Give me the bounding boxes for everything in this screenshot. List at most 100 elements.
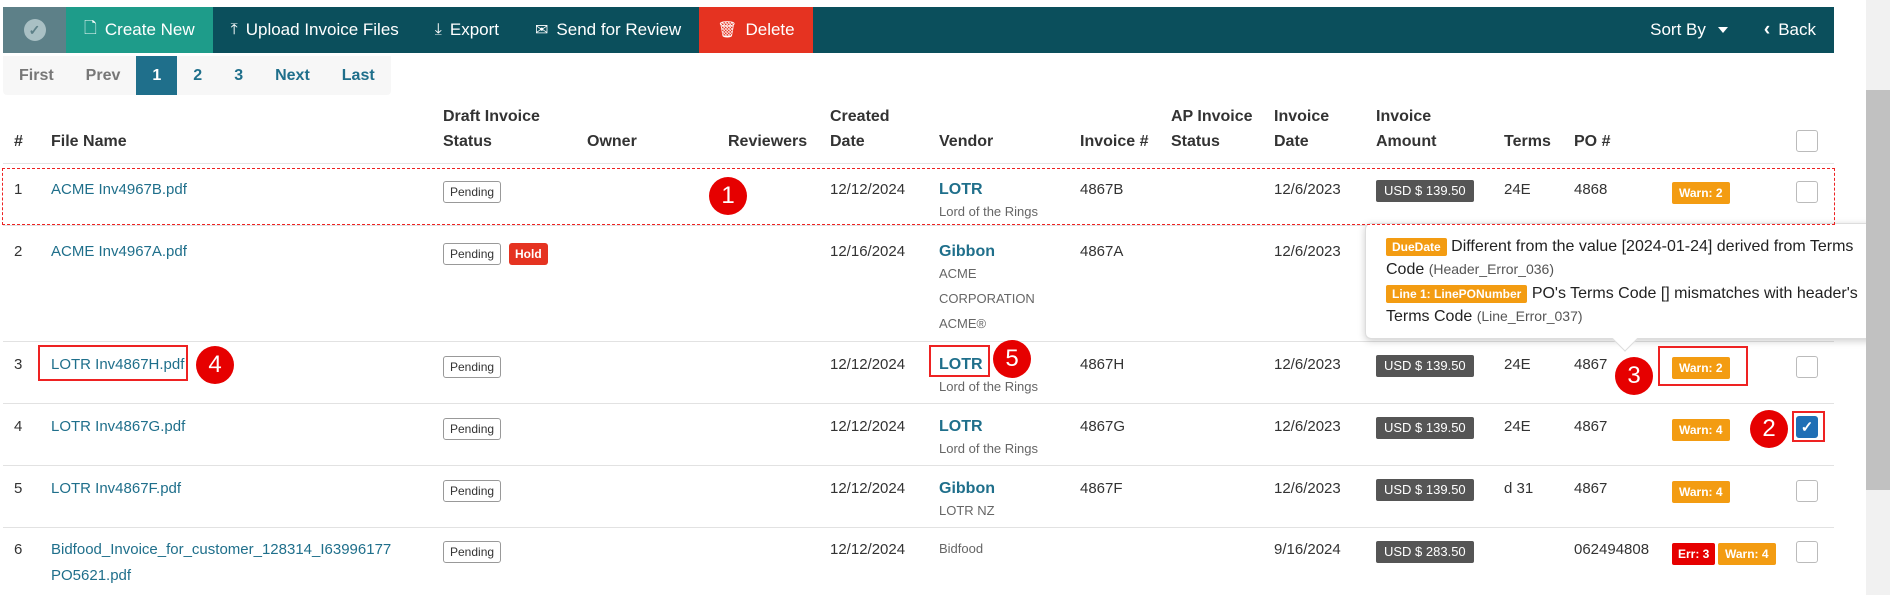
annotation-marker-3: 3	[1615, 357, 1653, 395]
col-invoice-date-1[interactable]: Invoice	[1274, 104, 1329, 129]
po-number: 4867	[1574, 480, 1608, 497]
back-button[interactable]: ‹ Back	[1746, 7, 1834, 53]
tooltip-line-2: Line 1: LinePONumber PO's Terms Code [] …	[1386, 283, 1861, 328]
tooltip-tag-duedate: DueDate	[1386, 238, 1447, 256]
page-next[interactable]: Next	[259, 56, 326, 95]
status-badge: Pending	[443, 541, 502, 563]
page-1[interactable]: 1	[136, 56, 178, 95]
error-badge[interactable]: Err: 3	[1672, 543, 1716, 565]
toolbar: ✓ 🗋 Create New ⤒ Upload Invoice Files ⤓ …	[3, 7, 1834, 53]
sort-by-label: Sort By	[1650, 20, 1706, 39]
invoice-number: 4867G	[1080, 418, 1126, 435]
row-number: 5	[14, 480, 23, 497]
po-number: 062494808	[1574, 541, 1650, 558]
col-num: #	[14, 133, 23, 150]
upload-invoice-files-button[interactable]: ⤒ Upload Invoice Files	[213, 7, 417, 53]
col-created-1[interactable]: Created	[830, 104, 890, 129]
tooltip-code-1: (Header_Error_036)	[1428, 261, 1554, 277]
sort-by-dropdown[interactable]: Sort By	[1632, 7, 1746, 53]
delete-button[interactable]: 🗑 Delete	[699, 7, 813, 53]
file-name-link-line2[interactable]: PO5621.pdf	[51, 566, 131, 586]
col-draft-status-1[interactable]: Draft Invoice	[443, 104, 540, 129]
status-badge: Pending	[443, 480, 502, 502]
col-po[interactable]: PO #	[1574, 129, 1610, 154]
tooltip-code-2: (Line_Error_037)	[1476, 308, 1583, 324]
upload-icon: ⤒	[230, 21, 238, 38]
export-label: Export	[449, 20, 500, 39]
page-2[interactable]: 2	[177, 56, 218, 95]
created-date: 12/12/2024	[830, 418, 906, 435]
header-select-all-checkbox[interactable]	[1796, 130, 1818, 152]
col-amount-2[interactable]: Amount	[1376, 129, 1436, 154]
download-icon: ⤓	[434, 21, 442, 38]
created-date: 12/12/2024	[830, 356, 906, 373]
row-number: 6	[14, 541, 23, 558]
col-created-2[interactable]: Date	[830, 129, 865, 154]
annotation-marker-2: 2	[1750, 410, 1788, 448]
page-first[interactable]: First	[3, 56, 70, 95]
file-name-link[interactable]: LOTR Inv4867F.pdf	[51, 479, 181, 499]
row-divider	[3, 403, 1834, 404]
po-number: 4867	[1574, 356, 1608, 373]
send-for-review-button[interactable]: ✉ Send for Review	[517, 7, 699, 53]
vendor-subname: Lord of the Rings	[939, 379, 1039, 394]
status-badge: Pending	[443, 418, 502, 440]
col-file-name[interactable]: File Name	[51, 129, 127, 154]
status-badge: Pending	[443, 243, 502, 265]
vendor-name[interactable]: Gibbon	[939, 242, 995, 262]
file-name-link-line1[interactable]: Bidfood_Invoice_for_customer_128314_I639…	[51, 540, 391, 560]
annotation-marker-5: 5	[993, 340, 1031, 378]
terms: 24E	[1504, 356, 1531, 373]
vendor-plain: Bidfood	[939, 541, 984, 556]
col-owner[interactable]: Owner	[587, 129, 637, 154]
check-circle-icon: ✓	[23, 19, 46, 41]
trash-icon: 🗑	[717, 22, 738, 39]
row-checkbox[interactable]	[1796, 480, 1818, 502]
annotation-dashed-highlight-row1	[2, 168, 1835, 225]
created-date: 12/12/2024	[830, 541, 906, 558]
col-vendor[interactable]: Vendor	[939, 129, 993, 154]
pagination: First Prev 1 2 3 Next Last	[3, 56, 391, 95]
po-number: 4867	[1574, 418, 1608, 435]
col-amount-1[interactable]: Invoice	[1376, 104, 1431, 129]
warn-badge[interactable]: Warn: 4	[1718, 543, 1776, 565]
file-name-link[interactable]: LOTR Inv4867G.pdf	[51, 417, 185, 437]
row-checkbox[interactable]	[1796, 356, 1818, 378]
vendor-subname-line1: ACME	[939, 266, 977, 281]
invoice-number: 4867F	[1080, 480, 1123, 497]
col-terms[interactable]: Terms	[1504, 129, 1551, 154]
delete-label: Delete	[745, 20, 795, 39]
vendor-subname-line3: ACME®	[939, 316, 987, 331]
warn-badge[interactable]: Warn: 4	[1672, 419, 1730, 441]
envelope-icon: ✉	[535, 22, 549, 39]
col-reviewers[interactable]: Reviewers	[728, 129, 807, 154]
page-prev[interactable]: Prev	[70, 56, 137, 95]
vendor-name[interactable]: LOTR	[939, 417, 983, 437]
tooltip-line-1: DueDate Different from the value [2024-0…	[1386, 236, 1861, 281]
page-last[interactable]: Last	[326, 56, 391, 95]
vendor-name[interactable]: Gibbon	[939, 479, 995, 499]
amount-badge: USD $ 139.50	[1376, 417, 1474, 439]
row-checkbox[interactable]	[1796, 541, 1818, 563]
page-3[interactable]: 3	[218, 56, 259, 95]
row-number: 2	[14, 243, 23, 260]
annotation-box-file-name	[38, 345, 188, 381]
amount-badge: USD $ 283.50	[1376, 541, 1474, 563]
annotation-box-warn	[1658, 346, 1748, 386]
vendor-subname: LOTR NZ	[939, 503, 995, 518]
terms: 24E	[1504, 418, 1531, 435]
warn-badge[interactable]: Warn: 4	[1672, 481, 1730, 503]
validation-tooltip: DueDate Different from the value [2024-0…	[1365, 223, 1882, 352]
export-button[interactable]: ⤓ Export	[417, 7, 517, 53]
caret-down-icon	[1717, 27, 1728, 33]
col-invoice-no[interactable]: Invoice #	[1080, 129, 1148, 154]
col-ap-status-1[interactable]: AP Invoice	[1171, 104, 1253, 129]
col-invoice-date-2[interactable]: Date	[1274, 129, 1309, 154]
select-all-toggle[interactable]: ✓	[3, 7, 66, 53]
file-name-link[interactable]: ACME Inv4967A.pdf	[51, 242, 187, 262]
col-draft-status-2[interactable]: Status	[443, 129, 492, 154]
col-ap-status-2[interactable]: Status	[1171, 129, 1220, 154]
create-new-button[interactable]: 🗋 Create New	[66, 7, 213, 53]
scrollbar-thumb[interactable]	[1866, 90, 1890, 490]
